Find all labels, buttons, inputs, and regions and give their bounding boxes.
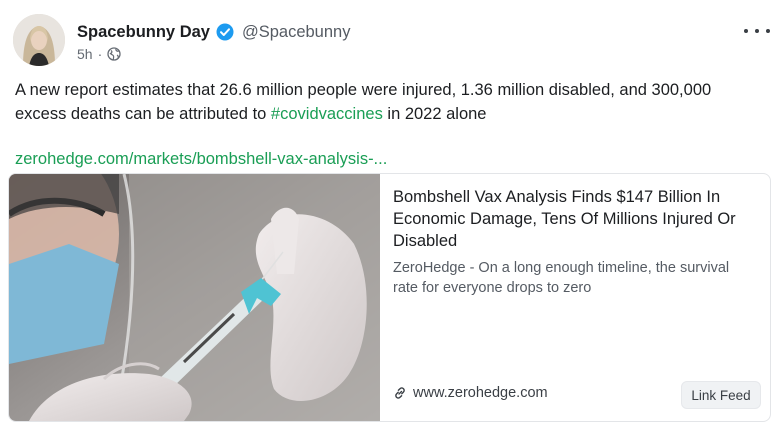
link-preview-description: ZeroHedge - On a long enough timeline, t… — [393, 260, 730, 296]
verified-icon — [216, 23, 234, 41]
author-row: Spacebunny Day @Spacebunny — [77, 20, 350, 44]
avatar[interactable] — [13, 14, 65, 66]
more-horizontal-icon — [744, 29, 748, 33]
link-preview-domain[interactable]: www.zerohedge.com — [393, 385, 548, 401]
hashtag-link[interactable]: #covidvaccines — [271, 105, 383, 123]
globe-icon — [107, 47, 121, 61]
post: Spacebunny Day @Spacebunny 5h · A new re… — [0, 0, 781, 431]
link-preview-image[interactable] — [9, 174, 380, 421]
meta-separator: · — [97, 46, 103, 62]
post-body-text: A new report estimates that 26.6 million… — [15, 78, 755, 126]
avatar-image — [13, 14, 65, 66]
post-url-link[interactable]: zerohedge.com/markets/bombshell-vax-anal… — [15, 147, 387, 171]
post-timestamp[interactable]: 5h — [77, 46, 93, 62]
post-text-after: in 2022 alone — [382, 105, 487, 123]
link-preview-title[interactable]: Bombshell Vax Analysis Finds $147 Billio… — [393, 186, 758, 252]
link-feed-button[interactable]: Link Feed — [681, 381, 761, 409]
author-display-name[interactable]: Spacebunny Day — [77, 23, 210, 42]
link-icon — [393, 386, 407, 400]
post-meta: 5h · — [77, 46, 121, 62]
more-options-button[interactable] — [744, 22, 770, 40]
link-preview-card[interactable]: Bombshell Vax Analysis Finds $147 Billio… — [8, 173, 771, 422]
link-preview-domain-text: www.zerohedge.com — [413, 385, 548, 401]
author-handle[interactable]: @Spacebunny — [242, 23, 351, 42]
